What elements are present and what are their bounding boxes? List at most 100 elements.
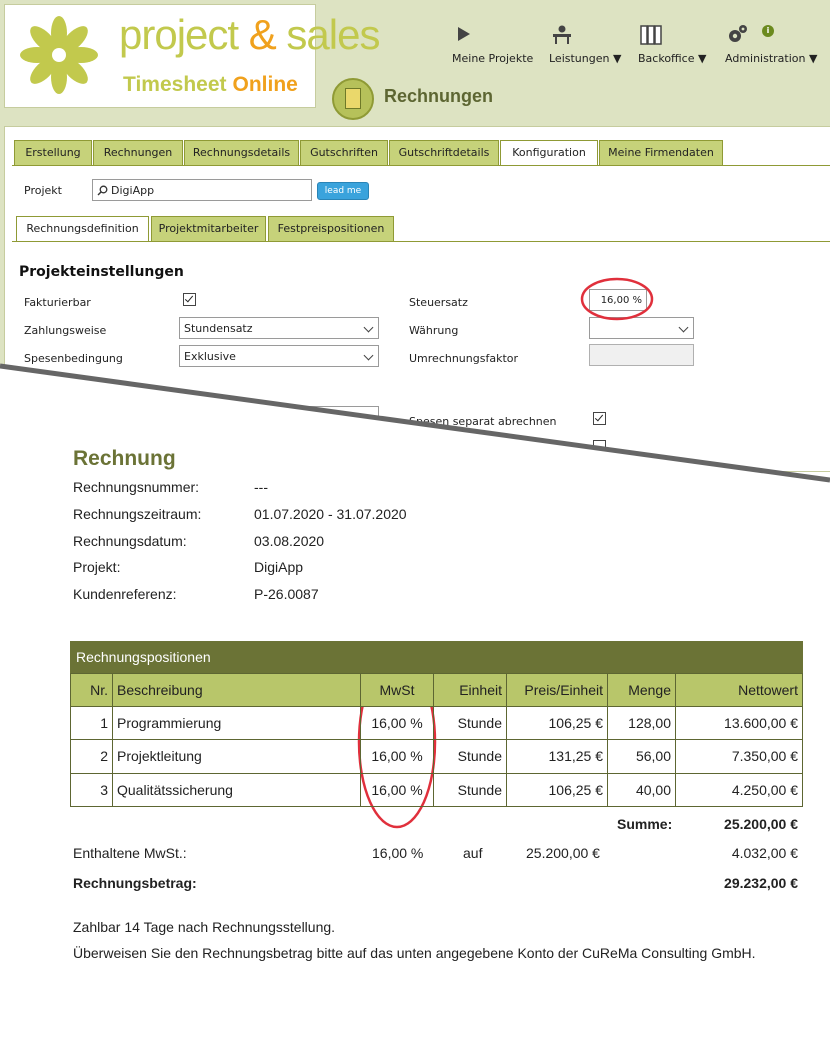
- chevron-down-icon: [363, 350, 374, 361]
- play-icon: [458, 27, 470, 41]
- lead-me-button[interactable]: lead me: [317, 182, 369, 200]
- tab-meine-firmendaten[interactable]: Meine Firmendaten: [599, 140, 723, 166]
- tab-rechnungen[interactable]: Rechnungen: [93, 140, 183, 166]
- umrechnungsfaktor-label: Umrechnungsfaktor: [409, 352, 519, 365]
- invoice-field-label: Rechnungszeitraum:: [73, 506, 202, 522]
- subtab-rechnungsdefinition[interactable]: Rechnungsdefinition: [16, 216, 149, 242]
- table-cell: 131,25 €: [506, 739, 608, 774]
- mwst-rate: 16,00 %: [372, 845, 424, 861]
- logo-word-sales: sales: [286, 11, 380, 58]
- spesenbedingung-label: Spesenbedingung: [24, 352, 123, 365]
- logo-ampersand: &: [248, 11, 277, 58]
- tab-divider: [12, 165, 830, 166]
- betrag-label: Rechnungsbetrag:: [73, 875, 197, 891]
- mwst-label: Enthaltene MwSt.:: [73, 845, 187, 861]
- col-header: MwSt: [360, 673, 434, 707]
- col-header: Beschreibung: [112, 673, 361, 707]
- col-header: Menge: [607, 673, 676, 707]
- invoice-field-value: P-26.0087: [254, 586, 319, 602]
- mwst-value: 4.032,00 €: [731, 845, 798, 861]
- table-cell: 128,00: [607, 706, 676, 740]
- table-cell: 4.250,00 €: [675, 773, 803, 807]
- table-cell: 40,00: [607, 773, 676, 807]
- tab-konfiguration[interactable]: Konfiguration: [500, 140, 598, 166]
- zahlungsweise-label: Zahlungsweise: [24, 324, 107, 337]
- nav-label-administration: Administration ▼: [725, 52, 818, 65]
- chevron-down-icon: [678, 322, 689, 333]
- invoice-field-value: 01.07.2020 - 31.07.2020: [254, 506, 407, 522]
- table-cell: 13.600,00 €: [675, 706, 803, 740]
- spesenbedingung-value: Exklusive: [184, 350, 236, 363]
- nav-label-backoffice: Backoffice ▼: [638, 52, 707, 65]
- betrag-value: 29.232,00 €: [724, 875, 798, 891]
- page-title: Rechnungen: [384, 86, 494, 106]
- col-header: Nettowert: [675, 673, 803, 707]
- invoice-field-value: 03.08.2020: [254, 533, 325, 549]
- invoice-field-value: DigiApp: [254, 559, 304, 575]
- gears-icon: [729, 25, 747, 42]
- mwst-auf: auf: [463, 845, 483, 861]
- table-cell: 3: [70, 773, 113, 807]
- footer-bank-note: Überweisen Sie den Rechnungsbetrag bitte…: [73, 945, 756, 961]
- hidden-select[interactable]: [179, 406, 379, 428]
- table-cell: Qualitätssicherung: [112, 773, 361, 807]
- tab-erstellung[interactable]: Erstellung: [14, 140, 92, 166]
- table-cell: 16,00 %: [360, 706, 434, 740]
- subtab-festpreispositionen[interactable]: Festpreispositionen: [268, 216, 394, 242]
- table-cell: Programmierung: [112, 706, 361, 740]
- logo-title: project & sales: [119, 11, 380, 59]
- invoice-field-label: Projekt:: [73, 559, 121, 575]
- table-cell: 1: [70, 706, 113, 740]
- table-cell: 106,25 €: [506, 773, 608, 807]
- zahlungsweise-select[interactable]: Stundensatz: [179, 317, 379, 339]
- table-cell: Projektleitung: [112, 739, 361, 774]
- app-window: project & sales Timesheet Online Meine Pr…: [0, 0, 830, 472]
- nav-backoffice[interactable]: Backoffice ▼: [638, 20, 706, 65]
- logo-sub-timesheet: Timesheet: [123, 73, 227, 96]
- table-cell: 106,25 €: [506, 706, 608, 740]
- waehrung-select[interactable]: [589, 317, 694, 339]
- nav-label-meine-projekte: Meine Projekte: [452, 52, 534, 65]
- table-cell: 56,00: [607, 739, 676, 774]
- tab-gutschriftdetails[interactable]: Gutschriftdetails: [389, 140, 499, 166]
- flower-logo-icon: [20, 16, 98, 94]
- table-cell: 16,00 %: [360, 773, 434, 807]
- spesen-separat-label: Spesen separat abrechnen: [409, 415, 557, 428]
- umrechnungsfaktor-input: [589, 344, 694, 366]
- table-cell: 16,00 %: [360, 739, 434, 774]
- invoice-field-label: Kundenreferenz:: [73, 586, 177, 602]
- info-icon[interactable]: i: [762, 25, 774, 37]
- invoice-field-label: Rechnungsnummer:: [73, 479, 200, 495]
- project-label: Projekt: [24, 184, 62, 197]
- search-icon: [97, 185, 108, 196]
- nav-leistungen[interactable]: Leistungen ▼: [549, 20, 621, 65]
- steuersatz-input[interactable]: 16,00 %: [589, 289, 647, 311]
- fakturierbar-checkbox[interactable]: [183, 293, 196, 306]
- tab-gutschriften[interactable]: Gutschriften: [300, 140, 388, 166]
- nav-label-leistungen: Leistungen ▼: [549, 52, 622, 65]
- table-cell: 2: [70, 739, 113, 774]
- footer-payment-terms: Zahlbar 14 Tage nach Rechnungsstellung.: [73, 919, 336, 935]
- tab-rechnungsdetails[interactable]: Rechnungsdetails: [184, 140, 299, 166]
- summe-value: 25.200,00 €: [724, 816, 798, 832]
- calculator-icon: [332, 78, 374, 120]
- project-value: DigiApp: [111, 184, 155, 197]
- chevron-down-icon: [363, 322, 374, 333]
- logo[interactable]: project & sales Timesheet Online: [4, 4, 380, 108]
- spesenbedingung-select[interactable]: Exklusive: [179, 345, 379, 367]
- waehrung-label: Währung: [409, 324, 459, 337]
- invoice-field-label: Rechnungsdatum:: [73, 533, 187, 549]
- logo-sub-online: Online: [232, 73, 298, 96]
- col-header: Preis/Einheit: [506, 673, 608, 707]
- nav-meine-projekte[interactable]: Meine Projekte: [452, 20, 533, 65]
- extra-checkbox[interactable]: [593, 440, 606, 453]
- fakturierbar-label: Fakturierbar: [24, 296, 91, 309]
- table-cell: Stunde: [433, 773, 507, 807]
- spesen-separat-checkbox[interactable]: [593, 412, 606, 425]
- col-header: Nr.: [70, 673, 113, 707]
- project-search-input[interactable]: DigiApp: [92, 179, 312, 201]
- subtab-projektmitarbeiter[interactable]: Projektmitarbeiter: [151, 216, 266, 242]
- col-header: Einheit: [433, 673, 507, 707]
- steuersatz-label: Steuersatz: [409, 296, 468, 309]
- invoice-title: Rechnung: [73, 447, 176, 470]
